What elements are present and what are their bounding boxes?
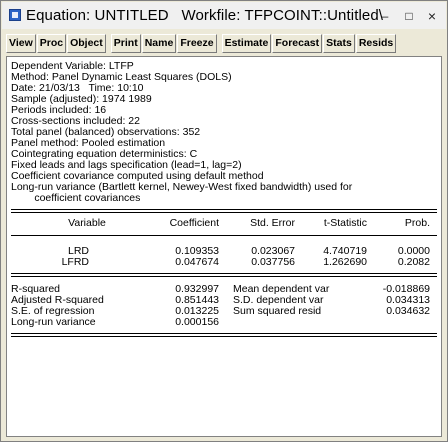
maximize-button[interactable]: □	[402, 9, 416, 23]
stats-button[interactable]: Stats	[323, 34, 355, 53]
view-button[interactable]: View	[6, 34, 36, 53]
table-bottom-rule	[11, 333, 437, 334]
name-button[interactable]: Name	[141, 34, 177, 53]
header-t-statistic: t-Statistic	[323, 217, 367, 229]
table-bottom-rule	[11, 336, 437, 337]
stat-label: Long-run variance	[11, 316, 96, 328]
eviews-app-icon	[9, 9, 21, 21]
proc-button[interactable]: Proc	[36, 34, 67, 53]
close-button[interactable]: ×	[425, 9, 439, 23]
table-top-rule	[11, 209, 437, 213]
row-std-error: 0.037756	[251, 256, 295, 268]
forecast-button[interactable]: Forecast	[272, 34, 323, 53]
header-std-error: Std. Error	[250, 217, 295, 229]
equation-window: Equation: UNTITLED Workfile: TFPCOINT::U…	[0, 0, 448, 442]
row-t-statistic: 1.262690	[323, 256, 367, 268]
equation-toolbar: View Proc Object Print Name Freeze Estim…	[6, 34, 397, 53]
output-pane[interactable]: Dependent Variable: LTFP Method: Panel D…	[6, 56, 442, 437]
window-title: Equation: UNTITLED Workfile: TFPCOINT::U…	[26, 7, 384, 24]
row-variable: LFRD	[61, 256, 89, 268]
object-button[interactable]: Object	[67, 34, 106, 53]
minimize-button[interactable]: –	[378, 9, 392, 23]
header-line: coefficient covariances	[11, 192, 141, 204]
stat-value: 0.034632	[386, 305, 430, 317]
row-prob: 0.2082	[397, 256, 430, 268]
stat-label: Sum squared resid	[233, 305, 322, 317]
stat-value: 0.000156	[175, 316, 219, 328]
print-button[interactable]: Print	[110, 34, 141, 53]
header-prob: Prob.	[404, 217, 430, 229]
table-mid-rule	[11, 276, 437, 277]
table-mid-rule	[11, 273, 437, 274]
estimate-button[interactable]: Estimate	[221, 34, 272, 53]
header-variable: Variable	[68, 217, 106, 229]
row-coefficient: 0.047674	[175, 256, 219, 268]
freeze-button[interactable]: Freeze	[177, 34, 217, 53]
table-header-rule	[11, 235, 437, 236]
header-coefficient: Coefficient	[169, 217, 219, 229]
resids-button[interactable]: Resids	[355, 34, 397, 53]
title-bar[interactable]: Equation: UNTITLED Workfile: TFPCOINT::U…	[2, 2, 446, 29]
